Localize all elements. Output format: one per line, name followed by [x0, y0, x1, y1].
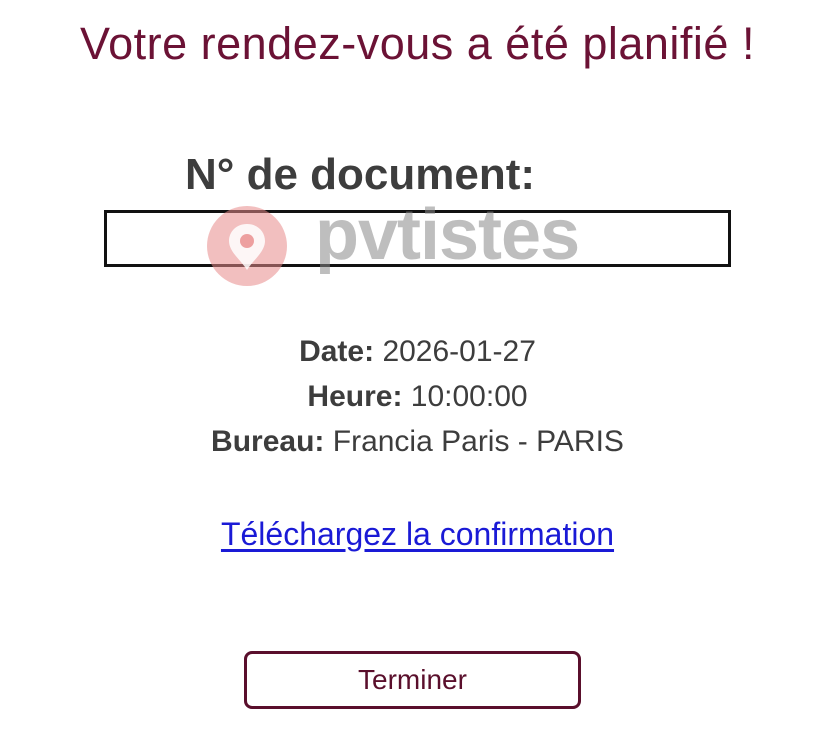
page-title: Votre rendez-vous a été planifié !	[80, 18, 755, 69]
appointment-date: Date: 2026-01-27	[0, 335, 835, 369]
time-value: 10:00:00	[410, 380, 528, 413]
date-value: 2026-01-27	[382, 335, 536, 368]
finish-button[interactable]: Terminer	[244, 651, 581, 709]
download-confirmation-link[interactable]: Téléchargez la confirmation	[0, 516, 835, 553]
appointment-time: Heure: 10:00:00	[0, 380, 835, 414]
office-label: Bureau:	[211, 425, 325, 458]
appointment-office: Bureau: Francia Paris - PARIS	[0, 425, 835, 459]
document-number-field	[104, 210, 731, 267]
time-label: Heure:	[307, 380, 403, 413]
office-value: Francia Paris - PARIS	[332, 425, 624, 458]
document-number-label: N° de document:	[185, 150, 536, 199]
date-label: Date:	[299, 335, 375, 368]
